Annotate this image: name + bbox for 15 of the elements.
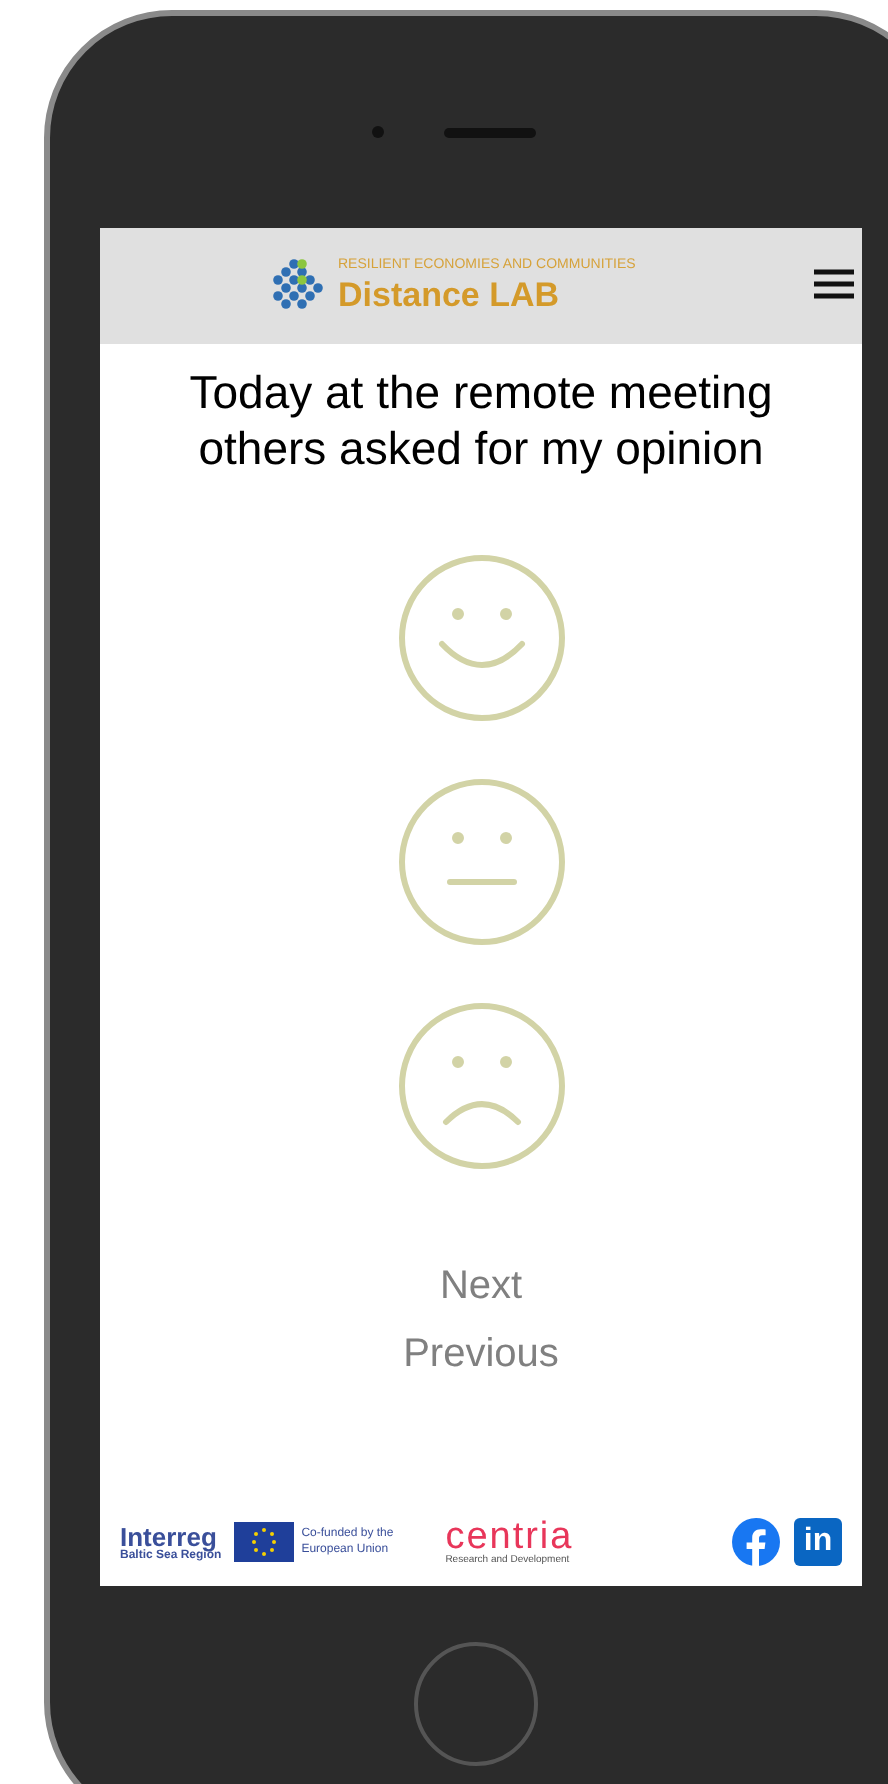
brand-name: Distance LAB [338,276,562,316]
next-button[interactable]: Next [439,1260,523,1312]
linkedin-icon[interactable]: in [794,1518,842,1566]
smiling-face-icon[interactable] [397,554,565,722]
speaker-icon [444,127,536,137]
sad-face-icon[interactable] [397,1002,565,1170]
eu-flag-icon [233,1522,294,1562]
centria-logo-text: centria [445,1518,574,1556]
interreg-logo-text: Interreg [120,1523,217,1549]
previous-button[interactable]: Previous [403,1328,559,1380]
camera-icon [372,126,384,138]
neutral-face-icon[interactable] [397,778,565,946]
facebook-icon[interactable] [732,1518,780,1566]
question-text: Today at the remote meeting others asked for my opinion [187,364,775,476]
menu-icon[interactable] [812,268,856,300]
